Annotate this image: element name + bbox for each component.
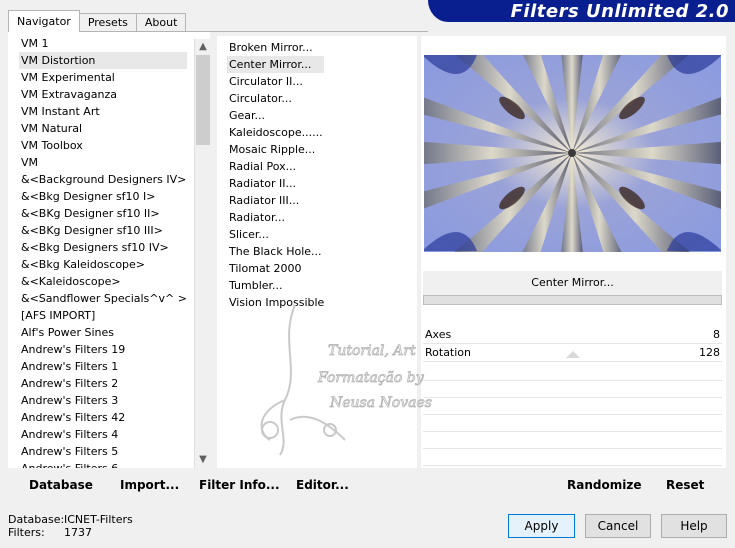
category-list-item[interactable]: Andrew's Filters 2	[19, 375, 187, 392]
category-list-item[interactable]: Andrew's Filters 4	[19, 426, 187, 443]
category-list-item[interactable]: Andrew's Filters 5	[19, 443, 187, 460]
category-list[interactable]: VM 1 VM Distortion VM Experimental VM Extra…	[19, 35, 187, 468]
tab-strip: Navigator Presets About	[8, 10, 187, 32]
preview-image	[424, 55, 721, 252]
param-toolbar: Randomize Reset	[423, 472, 722, 497]
app-banner: Filters Unlimited 2.0	[428, 0, 735, 22]
scroll-down-icon[interactable]: ▼	[195, 452, 211, 468]
category-list-item[interactable]: [AFS IMPORT]	[19, 307, 187, 324]
category-list-item[interactable]: VM Extravaganza	[19, 86, 187, 103]
category-list-item[interactable]: Andrew's Filters 19	[19, 341, 187, 358]
category-list-item[interactable]: VM 1	[19, 35, 187, 52]
app-title: Filters Unlimited 2.0	[510, 1, 729, 22]
category-list-item[interactable]: &<Bkg Kaleidoscope>	[19, 256, 187, 273]
category-list-item[interactable]: &<Sandflower Specials^v^ >	[19, 290, 187, 307]
filter-name-label: Center Mirror...	[423, 271, 722, 295]
filter-list-item[interactable]: The Black Hole...	[227, 243, 324, 260]
category-list-item[interactable]: VM	[19, 154, 187, 171]
category-list-item[interactable]: Andrew's Filters 6	[19, 460, 187, 468]
category-list-item[interactable]: Andrew's Filters 3	[19, 392, 187, 409]
status-info: Database:ICNET-Filters Filters: 1737	[8, 513, 133, 539]
filter-list[interactable]: Broken Mirror... Center Mirror... Circulat…	[227, 39, 325, 311]
category-list-item[interactable]: &<Background Designers IV>	[19, 171, 187, 188]
filters-count-label: Filters:	[8, 526, 45, 539]
param-value: 128	[699, 346, 720, 359]
filter-list-item[interactable]: Radiator III...	[227, 192, 324, 209]
category-list-item[interactable]: VM Distortion	[19, 52, 187, 69]
filter-list-panel: Broken Mirror... Center Mirror... Circulat…	[217, 36, 417, 468]
filter-list-item[interactable]: Radiator II...	[227, 175, 324, 192]
filter-list-item[interactable]: Kaleidoscope......	[227, 124, 324, 141]
filter-list-item[interactable]: Radial Pox...	[227, 158, 324, 175]
param-name: Rotation	[425, 346, 472, 359]
scroll-thumb[interactable]	[196, 55, 210, 145]
filter-info-button[interactable]: Filter Info...	[199, 478, 280, 492]
cancel-button[interactable]: Cancel	[585, 514, 651, 538]
param-value: 8	[713, 328, 720, 341]
category-list-item[interactable]: &<Bkg Designer sf10 I>	[19, 188, 187, 205]
category-list-item[interactable]: &<BKg Designer sf10 II>	[19, 205, 187, 222]
category-list-item[interactable]: Andrew's Filters 42	[19, 409, 187, 426]
tab-about[interactable]: About	[135, 13, 187, 32]
category-list-item[interactable]: VM Toolbox	[19, 137, 187, 154]
category-list-item[interactable]: VM Instant Art	[19, 103, 187, 120]
filter-list-item[interactable]: Circulator...	[227, 90, 324, 107]
category-list-item[interactable]: VM Experimental	[19, 69, 187, 86]
param-name: Axes	[425, 328, 452, 341]
filter-list-item[interactable]: Gear...	[227, 107, 324, 124]
category-list-item[interactable]: &<Bkg Designers sf10 IV>	[19, 239, 187, 256]
filter-list-item[interactable]: Mosaic Ripple...	[227, 141, 324, 158]
tab-navigator[interactable]: Navigator	[8, 10, 80, 32]
progress-bar	[423, 295, 722, 305]
filter-list-item[interactable]: Slicer...	[227, 226, 324, 243]
filter-list-item[interactable]: Circulator II...	[227, 73, 324, 90]
filter-list-item[interactable]: Broken Mirror...	[227, 39, 324, 56]
filters-count-value: 1737	[64, 526, 92, 539]
category-list-item[interactable]: &<BKg Designer sf10 III>	[19, 222, 187, 239]
help-button[interactable]: Help	[661, 514, 727, 538]
param-row-axes[interactable]: Axes 8	[423, 326, 722, 344]
category-list-item[interactable]: Alf's Power Sines	[19, 324, 187, 341]
scroll-up-icon[interactable]: ▲	[195, 39, 211, 55]
filter-list-item[interactable]: Vision Impossible	[227, 294, 324, 311]
reset-button[interactable]: Reset	[666, 478, 704, 492]
import-button[interactable]: Import...	[120, 478, 179, 492]
randomize-button[interactable]: Randomize	[567, 478, 641, 492]
apply-button[interactable]: Apply	[508, 514, 575, 538]
category-list-item[interactable]: Andrew's Filters 1	[19, 358, 187, 375]
tab-presets[interactable]: Presets	[78, 13, 137, 32]
editor-button[interactable]: Editor...	[296, 478, 349, 492]
slider-marker-icon	[566, 351, 580, 358]
filter-list-item[interactable]: Radiator...	[227, 209, 324, 226]
list-toolbar: Database Import... Filter Info... Editor…	[12, 472, 417, 497]
category-scrollbar[interactable]: ▲ ▼	[194, 39, 210, 468]
filter-list-item[interactable]: Tilomat 2000	[227, 260, 324, 277]
database-label: Database:	[8, 513, 65, 526]
category-list-panel: VM 1 VM Distortion VM Experimental VM Extra…	[8, 32, 210, 468]
filter-list-item[interactable]: Center Mirror...	[227, 56, 325, 73]
empty-param-rows	[423, 364, 722, 466]
category-list-item[interactable]: VM Natural	[19, 120, 187, 137]
database-button[interactable]: Database	[29, 478, 93, 492]
database-value: ICNET-Filters	[64, 513, 133, 526]
filter-list-item[interactable]: Tumbler...	[227, 277, 324, 294]
category-list-item[interactable]: &<Kaleidoscope>	[19, 273, 187, 290]
